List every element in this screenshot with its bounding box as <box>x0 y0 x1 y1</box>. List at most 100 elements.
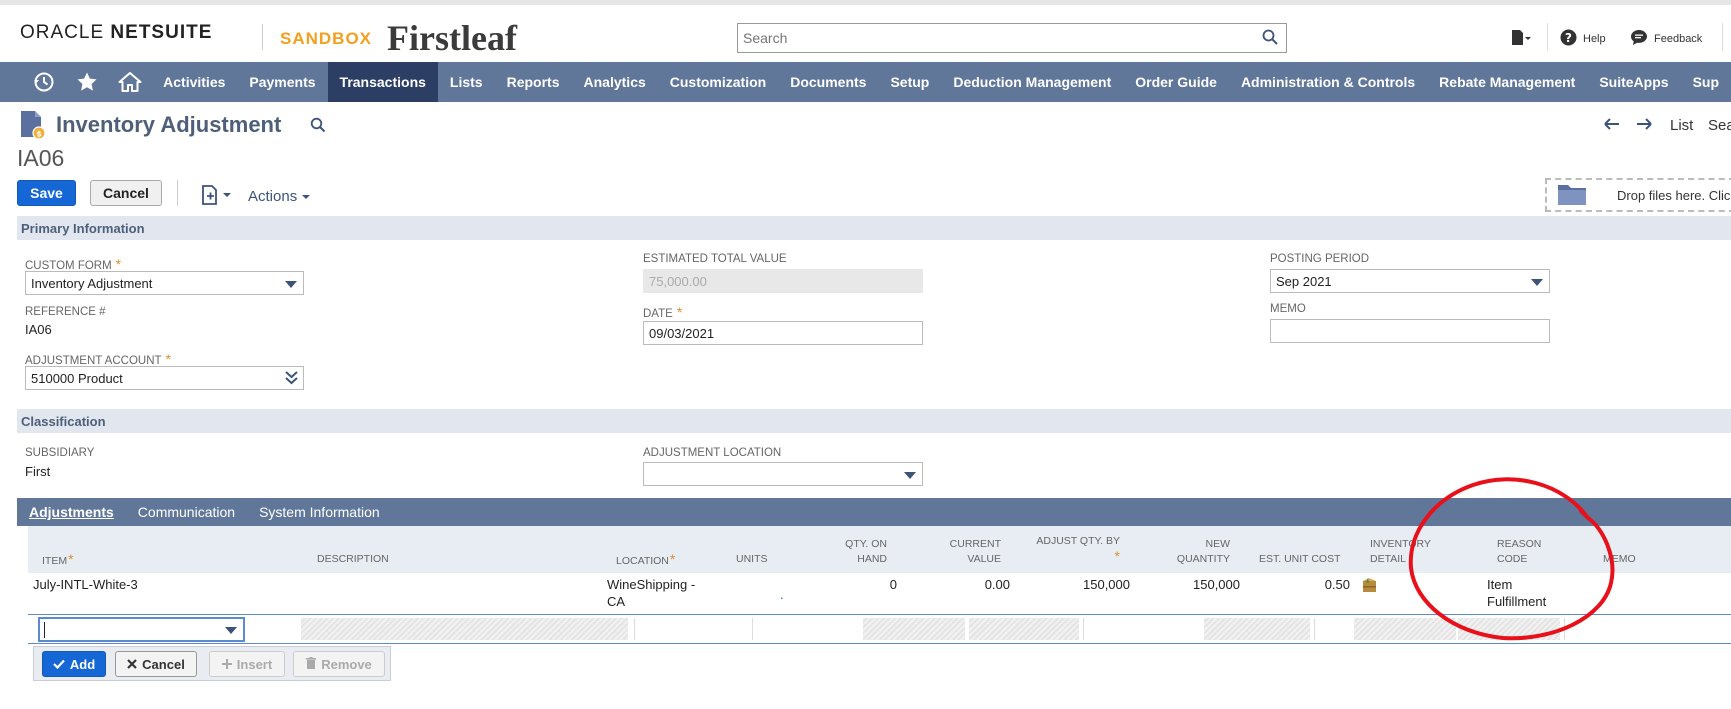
col-header-item[interactable]: ITEM* <box>42 552 74 569</box>
nav-lists[interactable]: Lists <box>438 62 495 102</box>
arrow-left-icon[interactable] <box>1604 117 1620 135</box>
row-location[interactable]: WineShipping - CA <box>607 576 695 610</box>
adjustment-account-select[interactable]: 510000 Product <box>25 366 304 390</box>
nav-suiteapps[interactable]: SuiteApps <box>1587 62 1680 102</box>
nav-setup[interactable]: Setup <box>878 62 941 102</box>
nav-analytics[interactable]: Analytics <box>572 62 658 102</box>
close-icon <box>127 657 137 672</box>
home-icon[interactable] <box>108 62 151 102</box>
nav-support[interactable]: Sup <box>1681 62 1731 102</box>
tab-adjustments[interactable]: Adjustments <box>17 504 126 520</box>
checkmark-icon <box>53 657 65 672</box>
section-primary-information[interactable]: Primary Information <box>17 216 1731 240</box>
chevron-down-icon <box>904 472 916 479</box>
line-action-bar: Add Cancel Insert Remove <box>33 646 391 681</box>
col-header-location[interactable]: LOCATION* <box>616 552 675 569</box>
double-chevron-down-icon[interactable] <box>285 371 298 388</box>
new-document-icon[interactable] <box>199 184 235 209</box>
help-link[interactable]: ? Help <box>1560 29 1606 49</box>
adjustment-location-select[interactable] <box>643 462 923 486</box>
posting-period-select[interactable]: Sep 2021 <box>1270 269 1550 293</box>
search-icon[interactable] <box>310 117 326 136</box>
col-header-est-unit-cost[interactable]: EST. UNIT COST <box>1259 552 1340 567</box>
col-header-units[interactable]: UNITS <box>736 552 768 567</box>
memo-input[interactable] <box>1270 319 1550 343</box>
row-units[interactable]: . <box>780 586 784 603</box>
global-header: ORACLE NETSUITE SANDBOX Firstleaf ? Help… <box>0 5 1731 62</box>
remove-line-button[interactable]: Remove <box>293 651 385 677</box>
cancel-line-button[interactable]: Cancel <box>115 651 197 677</box>
new-quantity-cell <box>1204 618 1310 640</box>
inventory-detail-icon[interactable] <box>1361 576 1379 598</box>
nav-activities[interactable]: Activities <box>151 62 237 102</box>
description-cell[interactable] <box>301 618 628 640</box>
posting-period-label: POSTING PERIOD <box>1270 253 1370 265</box>
nav-customization[interactable]: Customization <box>658 62 778 102</box>
col-header-qty-on-hand[interactable]: QTY. ON HAND <box>815 537 887 567</box>
insert-line-button[interactable]: Insert <box>209 651 285 677</box>
nav-reports[interactable]: Reports <box>495 62 572 102</box>
custom-form-label: CUSTOM FORM * <box>25 256 122 272</box>
speech-bubble-icon <box>1630 29 1648 49</box>
brand-divider <box>262 24 263 50</box>
required-asterisk: * <box>165 351 171 367</box>
sandbox-label: SANDBOX <box>280 29 373 48</box>
document-icon <box>1510 29 1532 50</box>
subsidiary-label: SUBSIDIARY <box>25 447 95 459</box>
search-input[interactable] <box>738 24 1238 52</box>
row-current-value[interactable]: 0.00 <box>930 576 1010 593</box>
star-icon[interactable] <box>65 62 108 102</box>
actions-menu[interactable]: Actions <box>248 188 311 205</box>
nav-deduction-management[interactable]: Deduction Management <box>941 62 1123 102</box>
adjust-qty-cell[interactable] <box>1083 618 1200 640</box>
feedback-link[interactable]: Feedback <box>1630 29 1702 49</box>
file-dropzone[interactable]: Drop files here. Click <box>1545 178 1731 212</box>
nav-documents[interactable]: Documents <box>778 62 878 102</box>
nav-payments[interactable]: Payments <box>237 62 327 102</box>
nav-order-guide[interactable]: Order Guide <box>1123 62 1229 102</box>
col-header-adjust-qty[interactable]: ADJUST QTY. BY * <box>1020 534 1120 564</box>
header-divider <box>1547 23 1548 51</box>
memo-label: MEMO <box>1270 303 1306 315</box>
tab-system-information[interactable]: System Information <box>247 504 392 520</box>
main-navigation: Activities Payments Transactions Lists R… <box>0 62 1731 102</box>
add-line-button[interactable]: Add <box>42 651 106 677</box>
nav-administration-controls[interactable]: Administration & Controls <box>1229 62 1427 102</box>
row-item[interactable]: July-INTL-White-3 <box>33 576 138 593</box>
search-icon[interactable] <box>1262 29 1278 48</box>
recent-history-icon[interactable] <box>22 62 65 102</box>
row-est-unit-cost[interactable]: 0.50 <box>1270 576 1350 593</box>
adjustment-account-label: ADJUSTMENT ACCOUNT * <box>25 351 171 367</box>
global-search[interactable] <box>737 23 1287 53</box>
oracle-netsuite-logo[interactable]: ORACLE NETSUITE <box>20 22 212 44</box>
arrow-right-icon[interactable] <box>1636 117 1652 135</box>
nav-rebate-management[interactable]: Rebate Management <box>1427 62 1587 102</box>
required-asterisk: * <box>68 551 74 567</box>
chevron-down-icon[interactable] <box>225 627 237 634</box>
row-adjust-qty[interactable]: 150,000 <box>1040 576 1130 593</box>
col-header-new-quantity[interactable]: NEW QUANTITY <box>1150 537 1230 567</box>
nav-transactions[interactable]: Transactions <box>327 62 438 102</box>
estimated-total-label: ESTIMATED TOTAL VALUE <box>643 253 787 265</box>
tab-communication[interactable]: Communication <box>126 504 247 520</box>
date-input[interactable]: 09/03/2021 <box>643 321 923 345</box>
search-link[interactable]: Sea <box>1708 117 1731 134</box>
list-link[interactable]: List <box>1670 117 1693 134</box>
location-cell[interactable] <box>634 618 748 640</box>
row-qty-on-hand[interactable]: 0 <box>840 576 897 593</box>
header-divider <box>1722 23 1723 51</box>
recent-records-menu[interactable] <box>1510 29 1532 50</box>
custom-form-select[interactable]: Inventory Adjustment <box>25 271 304 295</box>
company-logo: Firstleaf <box>387 18 517 58</box>
col-header-description[interactable]: DESCRIPTION <box>317 552 389 567</box>
current-value-cell <box>969 618 1079 640</box>
item-select-input[interactable] <box>38 617 245 642</box>
row-new-quantity[interactable]: 150,000 <box>1150 576 1240 593</box>
record-id: IA06 <box>17 145 65 171</box>
chevron-down-icon <box>285 281 297 288</box>
section-classification[interactable]: Classification <box>17 409 1731 433</box>
col-header-current-value[interactable]: CURRENT VALUE <box>915 537 1001 567</box>
save-button[interactable]: Save <box>17 180 76 206</box>
cancel-button[interactable]: Cancel <box>90 180 162 206</box>
units-cell[interactable] <box>752 618 858 640</box>
